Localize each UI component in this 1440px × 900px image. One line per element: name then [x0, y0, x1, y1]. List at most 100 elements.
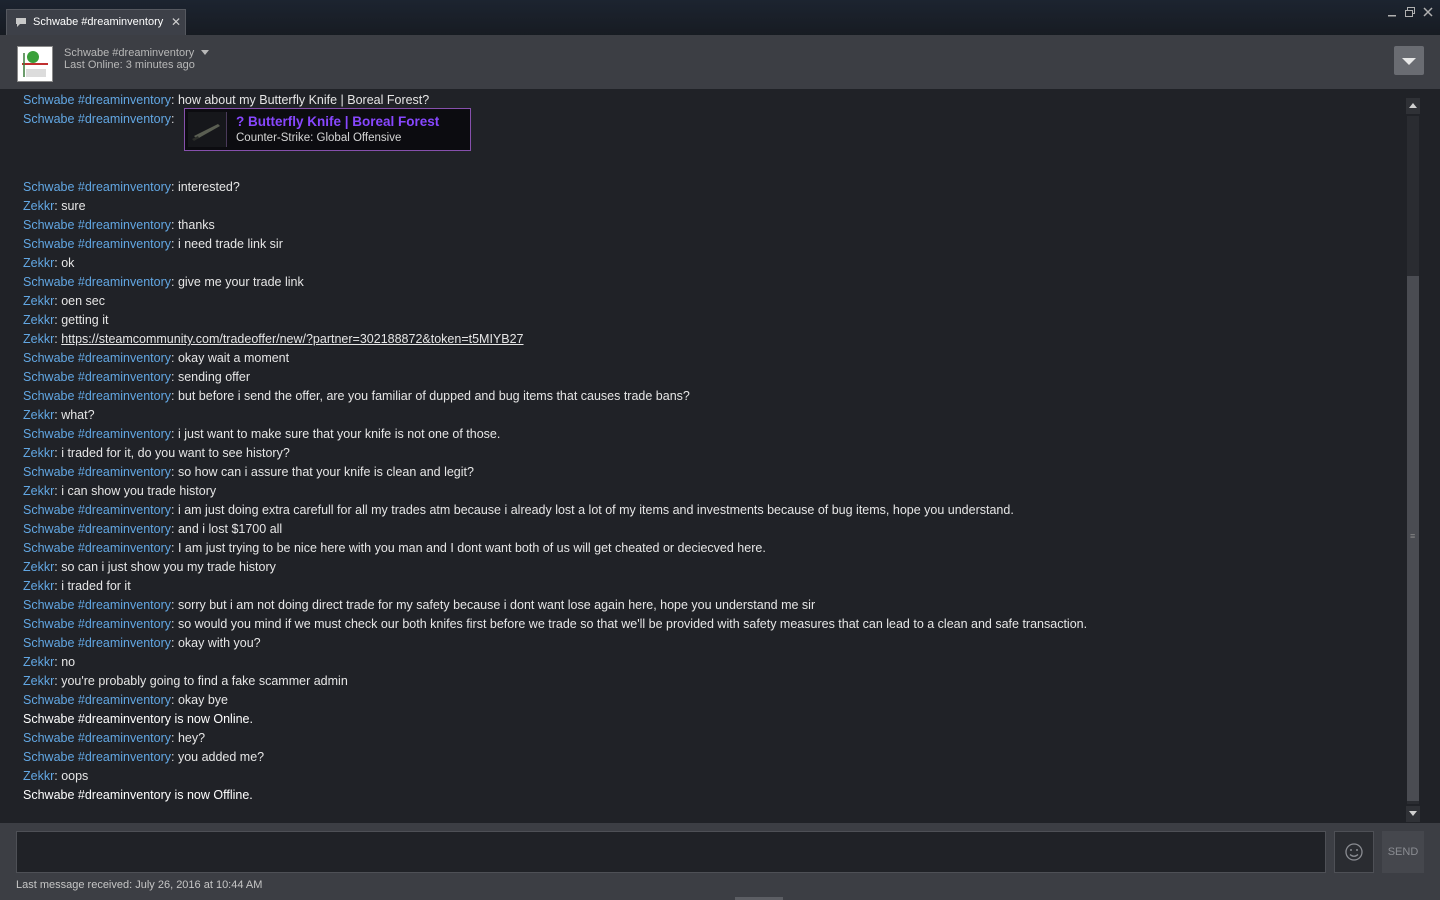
chat-message: Zekkr: i traded for it: [23, 579, 131, 593]
message-sender[interactable]: Schwabe #dreaminventory: [23, 598, 171, 612]
message-sender[interactable]: Zekkr: [23, 408, 54, 422]
message-sender[interactable]: Schwabe #dreaminventory: [23, 541, 171, 555]
message-sender[interactable]: Schwabe #dreaminventory: [23, 427, 171, 441]
chat-message: Schwabe #dreaminventory: you added me?: [23, 750, 265, 764]
last-message-timestamp: Last message received: July 26, 2016 at …: [16, 879, 263, 891]
friend-name[interactable]: Schwabe #dreaminventory: [64, 47, 194, 59]
message-sender[interactable]: Schwabe #dreaminventory: [23, 237, 171, 251]
message-text: no: [61, 655, 76, 669]
message-sender[interactable]: Zekkr: [23, 199, 54, 213]
message-sender[interactable]: Schwabe #dreaminventory: [23, 275, 171, 289]
message-sender[interactable]: Zekkr: [23, 579, 54, 593]
message-sender[interactable]: Zekkr: [23, 655, 54, 669]
knife-thumbnail-icon: [188, 112, 227, 147]
chat-message: Schwabe #dreaminventory: okay bye: [23, 693, 228, 707]
send-button[interactable]: SEND: [1382, 831, 1424, 873]
chat-footer: SEND Last message received: July 26, 201…: [0, 823, 1440, 900]
message-sender[interactable]: Schwabe #dreaminventory: [23, 218, 171, 232]
message-text: and i lost $1700 all: [177, 522, 283, 536]
scroll-down-button[interactable]: [1406, 806, 1420, 822]
message-sender[interactable]: Schwabe #dreaminventory: [23, 370, 171, 384]
chat-message: Schwabe #dreaminventory: interested?: [23, 180, 240, 194]
grip-icon: ≡: [1410, 531, 1416, 541]
message-text: oops: [61, 769, 89, 783]
tab-chat[interactable]: Schwabe #dreaminventory ✕: [6, 9, 186, 35]
chevron-down-icon[interactable]: [201, 50, 209, 55]
item-game: Counter-Strike: Global Offensive: [236, 132, 402, 144]
chevron-down-icon: [1402, 58, 1416, 65]
avatar[interactable]: [17, 46, 53, 82]
chat-message: Schwabe #dreaminventory: give me your tr…: [23, 275, 304, 289]
message-input[interactable]: [16, 831, 1326, 873]
message-sender[interactable]: Zekkr: [23, 484, 54, 498]
message-sender[interactable]: Zekkr: [23, 294, 54, 308]
chat-header: Schwabe #dreaminventory Last Online: 3 m…: [0, 35, 1440, 89]
chat-message: Schwabe #dreaminventory: okay with you?: [23, 636, 261, 650]
chat-message: Schwabe #dreaminventory: hey?: [23, 731, 206, 745]
message-sender[interactable]: Zekkr: [23, 332, 54, 346]
chat-message: Schwabe #dreaminventory: thanks: [23, 218, 215, 232]
message-text: give me your trade link: [177, 275, 304, 289]
chat-message: Zekkr: oops: [23, 769, 89, 783]
item-name[interactable]: ? Butterfly Knife | Boreal Forest: [236, 114, 439, 129]
message-text: i traded for it, do you want to see hist…: [61, 446, 290, 460]
message-text: hey?: [177, 731, 206, 745]
minimize-icon[interactable]: [1386, 6, 1400, 20]
message-sender[interactable]: Schwabe #dreaminventory: [23, 636, 171, 650]
emoticon-button[interactable]: [1334, 831, 1374, 873]
message-sender[interactable]: Zekkr: [23, 256, 54, 270]
message-sender[interactable]: Schwabe #dreaminventory: [23, 180, 171, 194]
message-text: but before i send the offer, are you fam…: [177, 389, 690, 403]
system-message-text: Schwabe #dreaminventory is now Online.: [23, 712, 253, 726]
chat-options-button[interactable]: [1394, 46, 1424, 75]
chat-log: Schwabe #dreaminventory: how about my Bu…: [23, 89, 1393, 823]
message-sender[interactable]: Schwabe #dreaminventory: [23, 389, 171, 403]
message-sender[interactable]: Zekkr: [23, 446, 54, 460]
message-text: i can show you trade history: [61, 484, 217, 498]
message-sender[interactable]: Zekkr: [23, 769, 54, 783]
message-sender[interactable]: Zekkr: [23, 674, 54, 688]
message-text: I am just trying to be nice here with yo…: [177, 541, 766, 555]
chat-message: Zekkr: what?: [23, 408, 95, 422]
scroll-thumb[interactable]: ≡: [1407, 276, 1419, 801]
chat-message: Zekkr: i can show you trade history: [23, 484, 217, 498]
chat-message: Zekkr: getting it: [23, 313, 109, 327]
message-sender[interactable]: Zekkr: [23, 560, 54, 574]
message-text: how about my Butterfly Knife | Boreal Fo…: [177, 93, 430, 107]
message-text: so would you mind if we must check our b…: [177, 617, 1088, 631]
message-text: getting it: [61, 313, 109, 327]
message-text: what?: [61, 408, 95, 422]
message-sender[interactable]: Schwabe #dreaminventory: [23, 351, 171, 365]
message-sender[interactable]: Schwabe #dreaminventory: [23, 503, 171, 517]
chat-message: Schwabe #dreaminventory: so would you mi…: [23, 617, 1088, 631]
chat-message: Schwabe #dreaminventory: i just want to …: [23, 427, 501, 441]
message-sender[interactable]: Schwabe #dreaminventory: [23, 93, 171, 107]
message-text: so can i just show you my trade history: [61, 560, 276, 574]
message-sender[interactable]: Schwabe #dreaminventory: [23, 522, 171, 536]
chat-message: Schwabe #dreaminventory: so how can i as…: [23, 465, 474, 479]
close-icon[interactable]: [1422, 6, 1436, 20]
chat-scrollbar[interactable]: ≡: [1406, 98, 1420, 822]
message-sender[interactable]: Schwabe #dreaminventory: [23, 112, 171, 126]
system-message: Schwabe #dreaminventory is now Online.: [23, 710, 253, 729]
message-sender[interactable]: Schwabe #dreaminventory: [23, 465, 171, 479]
message-text: oen sec: [61, 294, 105, 308]
message-text: sorry but i am not doing direct trade fo…: [177, 598, 816, 612]
message-sender[interactable]: Schwabe #dreaminventory: [23, 750, 171, 764]
chat-message: Schwabe #dreaminventory: i am just doing…: [23, 503, 1014, 517]
message-text: okay bye: [177, 693, 228, 707]
message-text: i am just doing extra carefull for all m…: [177, 503, 1014, 517]
message-text: so how can i assure that your knife is c…: [177, 465, 474, 479]
message-sender[interactable]: Schwabe #dreaminventory: [23, 617, 171, 631]
message-sender[interactable]: Schwabe #dreaminventory: [23, 731, 171, 745]
restore-icon[interactable]: [1404, 6, 1418, 20]
chat-message: Zekkr: oen sec: [23, 294, 105, 308]
message-text: i need trade link sir: [177, 237, 283, 251]
message-sender[interactable]: Schwabe #dreaminventory: [23, 693, 171, 707]
message-sender[interactable]: Zekkr: [23, 313, 54, 327]
tab-close-icon[interactable]: ✕: [171, 15, 181, 29]
item-link-card[interactable]: ? Butterfly Knife | Boreal Forest Counter…: [184, 108, 471, 151]
chat-message: Schwabe #dreaminventory: sorry but i am …: [23, 598, 816, 612]
scroll-up-button[interactable]: [1406, 98, 1420, 114]
message-link[interactable]: https://steamcommunity.com/tradeoffer/ne…: [61, 332, 523, 346]
